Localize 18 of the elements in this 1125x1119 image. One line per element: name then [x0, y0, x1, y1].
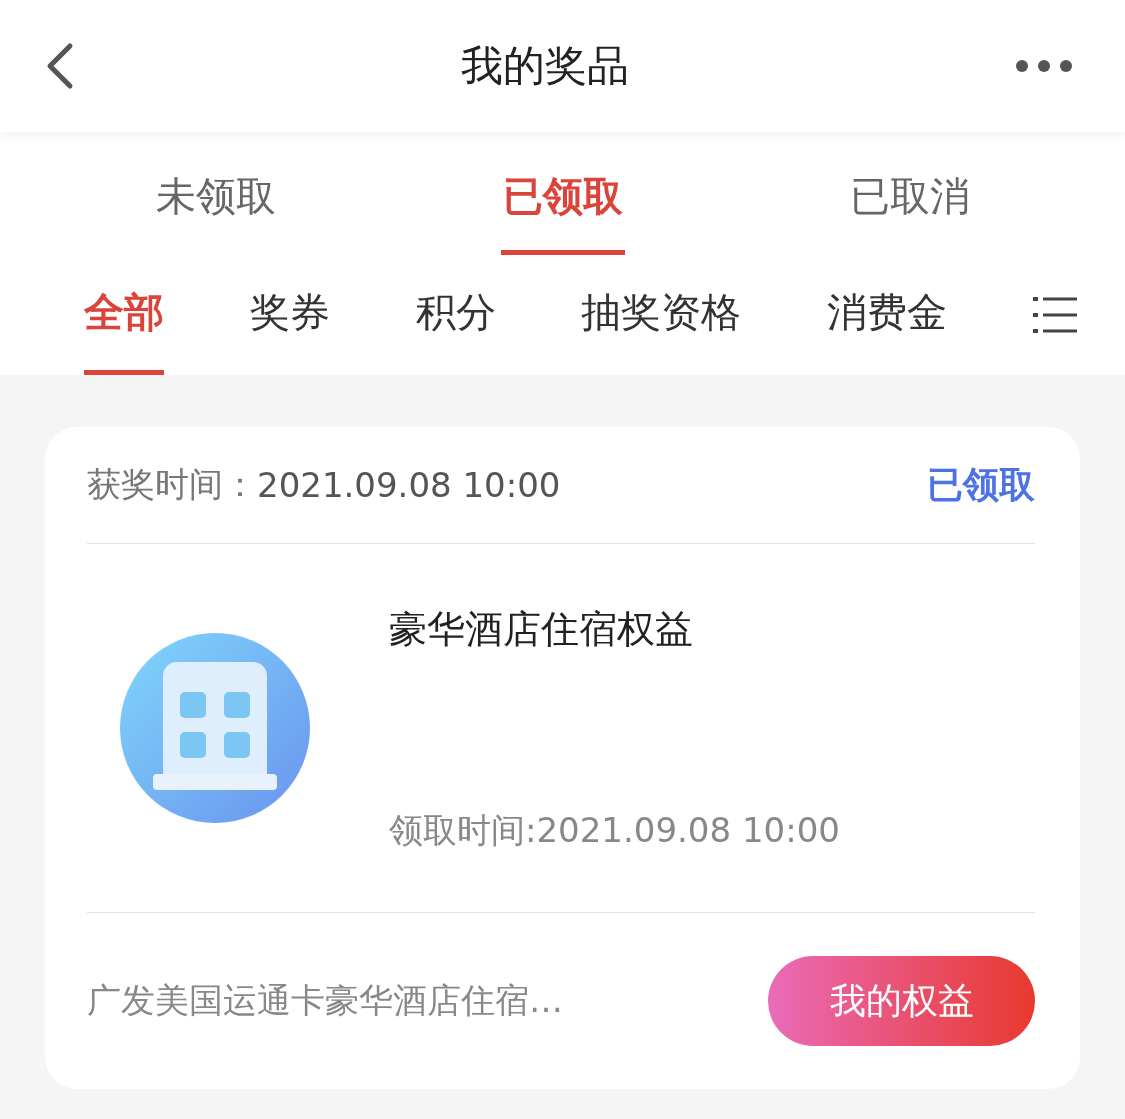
- prize-name: 豪华酒店住宿权益: [389, 606, 694, 653]
- page-title: 我的奖品: [460, 40, 629, 92]
- status-label: 已领取: [927, 462, 1035, 507]
- award-time: 2021.09.08 10:00: [257, 465, 561, 505]
- category-tab[interactable]: 消费金: [827, 255, 948, 375]
- status-tab[interactable]: 未领取: [153, 132, 278, 255]
- prize-description: 广发美国运通卡豪华酒店住宿…: [87, 979, 563, 1022]
- category-tab[interactable]: 积分: [415, 255, 496, 375]
- category-tab[interactable]: 全部: [84, 255, 164, 375]
- my-benefits-button[interactable]: 我的权益: [768, 956, 1035, 1046]
- hotel-building-icon: [119, 632, 311, 824]
- category-tab[interactable]: 抽奖资格: [581, 255, 742, 375]
- more-icon[interactable]: [1015, 59, 1073, 73]
- category-tab[interactable]: 奖券: [249, 255, 330, 375]
- award-time-label: 获奖时间：: [87, 463, 257, 506]
- claim-time: 领取时间:2021.09.08 10:00: [389, 809, 840, 852]
- status-tab[interactable]: 已取消: [847, 132, 972, 255]
- list-icon[interactable]: [1033, 296, 1077, 334]
